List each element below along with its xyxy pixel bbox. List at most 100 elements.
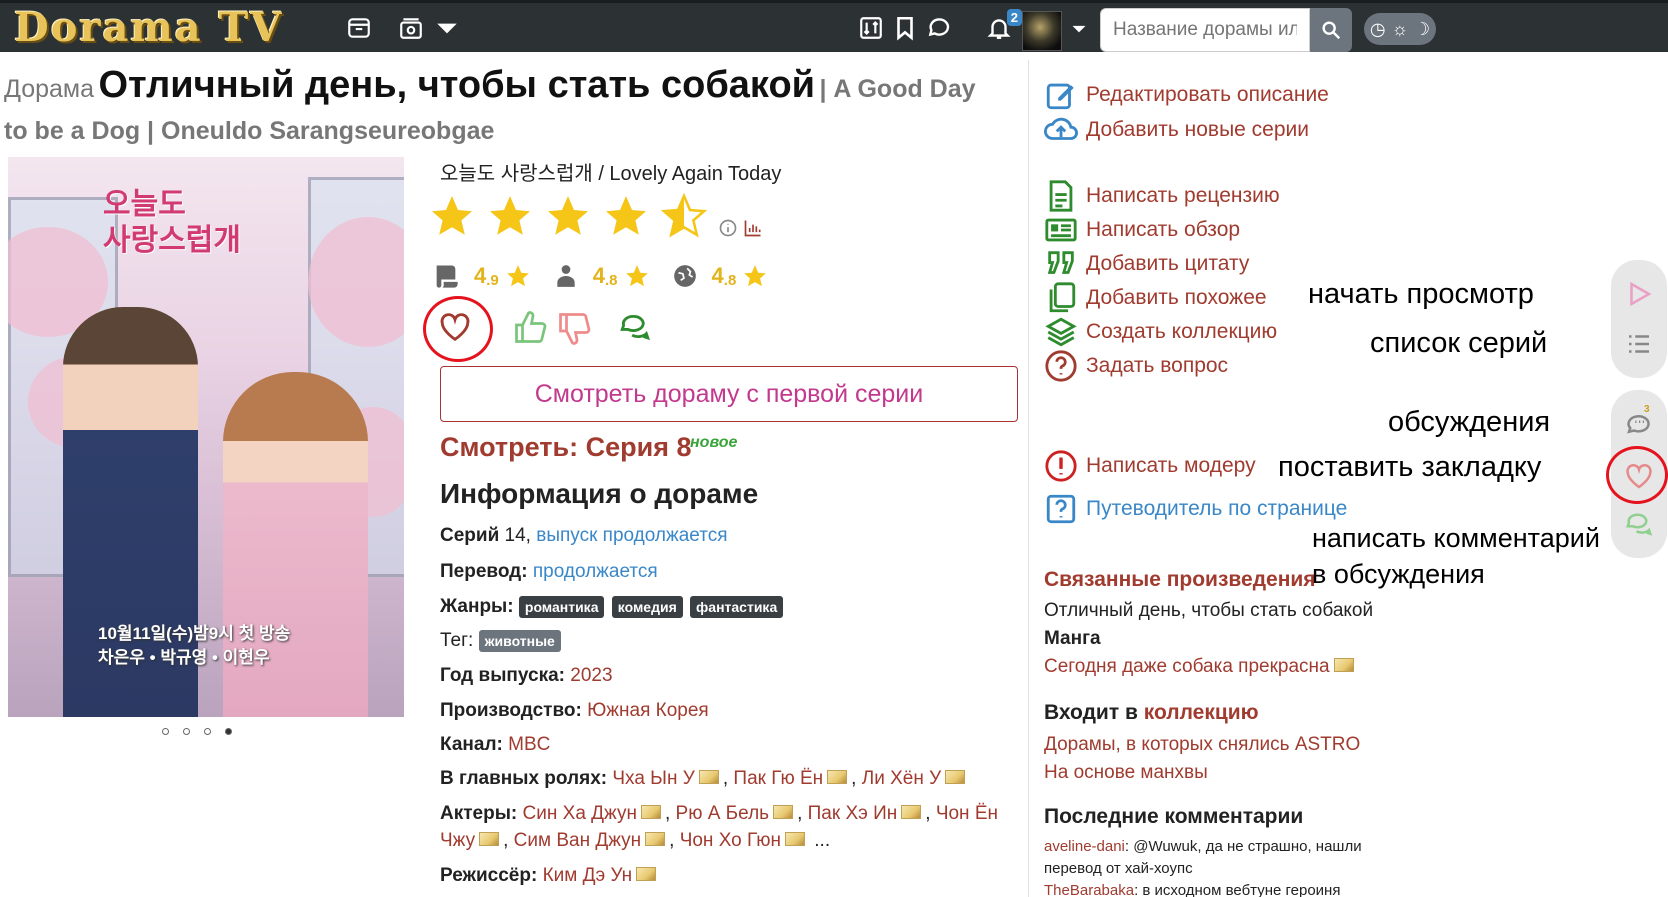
write-overview-link[interactable]: Написать обзор — [1044, 213, 1240, 247]
year-link[interactable]: 2023 — [570, 665, 612, 686]
carousel-dot[interactable] — [183, 728, 190, 735]
rating-stars[interactable] — [428, 192, 708, 240]
star-full-icon[interactable] — [486, 192, 534, 240]
actor-link[interactable]: Пак Хэ Ин — [808, 803, 898, 824]
actor-link[interactable]: Чон Хо Гюн — [680, 830, 781, 851]
country-link[interactable]: Южная Корея — [587, 700, 709, 721]
search-button[interactable] — [1310, 8, 1352, 52]
rating-world[interactable]: 4.8 — [672, 263, 769, 289]
info-label: Жанры: — [440, 596, 514, 617]
link-label: Написать обзор — [1086, 218, 1241, 241]
moon-icon[interactable]: ☽ — [1414, 20, 1430, 38]
actor-link[interactable]: Пак Гю Ён — [733, 768, 823, 789]
carousel-dot[interactable] — [204, 728, 211, 735]
rating-stats-icon[interactable] — [742, 218, 764, 238]
site-logo[interactable]: Dorama TV — [14, 4, 283, 52]
user-menu-chevron-icon[interactable] — [1064, 13, 1094, 43]
photo-icon — [479, 832, 500, 847]
page-guide-link[interactable]: Путеводитель по странице — [1044, 492, 1347, 526]
write-review-link[interactable]: Написать рецензию — [1044, 179, 1280, 213]
chat-icon[interactable] — [924, 13, 954, 43]
collection-link[interactable]: коллекцию — [1144, 701, 1259, 724]
user-avatar[interactable] — [1022, 11, 1062, 51]
add-episodes-link[interactable]: Добавить новые серии — [1044, 113, 1309, 147]
search-input[interactable] — [1101, 9, 1309, 51]
add-similar-link[interactable]: Добавить похожее — [1044, 281, 1267, 315]
comments-icon[interactable] — [616, 311, 654, 345]
document-icon — [1049, 180, 1073, 212]
bookmark-icon[interactable] — [890, 13, 920, 43]
ask-question-link[interactable]: Задать вопрос — [1044, 349, 1228, 383]
sort-toggle-icon[interactable] — [856, 13, 886, 43]
genre-badge[interactable]: фантастика — [690, 596, 784, 618]
info-label: Тег: — [440, 630, 474, 651]
poster-image[interactable]: 오늘도 사랑스럽개 10월11일(수)밤9시 첫 방송 차은우 • 박규영 • … — [8, 157, 404, 717]
actor-link[interactable]: Син Ха Джун — [523, 803, 637, 824]
star-half-icon[interactable] — [660, 192, 708, 240]
info-production: Производство: Южная Корея — [440, 697, 709, 725]
media-catalog-icon[interactable] — [396, 13, 426, 43]
channel-link[interactable]: MBC — [508, 734, 550, 755]
comment-user-link[interactable]: aveline-dani — [1044, 838, 1125, 855]
rating-critics[interactable]: 4.9 — [432, 262, 531, 290]
actor-link[interactable]: Чха Ын У — [612, 768, 694, 789]
related-item[interactable]: Отличный день, чтобы стать собакой — [1044, 600, 1373, 622]
search-field[interactable] — [1100, 8, 1310, 52]
create-collection-link[interactable]: Создать коллекцию — [1044, 315, 1277, 349]
add-quote-link[interactable]: Добавить цитату — [1044, 247, 1249, 281]
genre-badge[interactable]: романтика — [518, 596, 605, 618]
discussion-button[interactable]: 3 — [1624, 404, 1654, 443]
watch-from-start-button[interactable]: Смотреть дораму с первой серии — [440, 366, 1018, 422]
edit-description-link[interactable]: Редактировать описание — [1044, 78, 1329, 112]
clock-icon[interactable]: ◷ — [1370, 20, 1386, 38]
link-label: Задать вопрос — [1086, 354, 1229, 377]
collection-item[interactable]: Дорамы, в которых снялись ASTRO — [1044, 734, 1360, 756]
notification-count-badge: 2 — [1006, 9, 1022, 26]
photo-icon — [784, 832, 805, 847]
carousel-dot[interactable] — [162, 728, 169, 735]
info-episodes: Серий 14, выпуск продолжается — [440, 522, 727, 550]
info-label: Актеры: — [440, 803, 518, 824]
thumbs-up-icon[interactable] — [512, 310, 548, 346]
actor-link[interactable]: Чон Ён — [936, 803, 998, 824]
genre-badge[interactable]: комедия — [611, 596, 683, 618]
rating-users[interactable]: 4.8 — [553, 263, 650, 289]
sun-icon[interactable]: ☼ — [1392, 20, 1409, 38]
globe-icon — [673, 265, 696, 287]
navbar: Dorama TV 2 ◷ ☼ ☽ — [0, 0, 1668, 52]
star-full-icon[interactable] — [428, 192, 476, 240]
play-icon[interactable] — [1624, 279, 1654, 309]
info-icon[interactable] — [718, 218, 738, 238]
actor-link[interactable]: Чжу — [440, 830, 475, 851]
carousel-dot-active[interactable] — [225, 728, 232, 735]
info-label: В главных ролях: — [440, 768, 608, 789]
manga-link[interactable]: Сегодня даже собака прекрасна — [1044, 656, 1358, 678]
comment-write-icon[interactable] — [1624, 510, 1654, 540]
annotation-bookmark: поставить закладку — [1278, 451, 1542, 483]
thumbs-down-icon[interactable] — [556, 310, 592, 346]
star-full-icon[interactable] — [544, 192, 592, 240]
layers-icon — [1045, 317, 1077, 347]
director-link[interactable]: Ким Дэ Ун — [543, 865, 633, 886]
comment-user-link[interactable]: TheBarabaka — [1044, 882, 1134, 897]
watch-episode-link[interactable]: Смотреть: Серия 8 — [440, 432, 692, 463]
tag-badge[interactable]: животные — [478, 630, 561, 652]
list-icon[interactable] — [1624, 329, 1654, 359]
annotation-circle — [423, 296, 493, 362]
info-label: Год выпуска: — [440, 665, 565, 686]
actor-link[interactable]: Рю А Бель — [676, 803, 770, 824]
write-moderator-link[interactable]: Написать модеру — [1044, 449, 1256, 483]
chevron-down-icon[interactable] — [432, 13, 462, 43]
more-actors-link[interactable]: ... — [814, 830, 830, 851]
translation-status-link[interactable]: продолжается — [533, 561, 658, 582]
episodes-status-link[interactable]: выпуск продолжается — [536, 525, 727, 546]
actor-link[interactable]: Ли Хён У — [862, 768, 941, 789]
rating-value: 4 — [711, 263, 724, 288]
collection-item[interactable]: На основе манхвы — [1044, 762, 1208, 784]
archive-box-icon[interactable] — [344, 13, 374, 43]
actor-link[interactable]: Сим Ван Джун — [514, 830, 641, 851]
star-full-icon[interactable] — [602, 192, 650, 240]
notification-bell-icon[interactable]: 2 — [984, 9, 1022, 43]
search-icon — [1322, 21, 1341, 40]
theme-switcher[interactable]: ◷ ☼ ☽ — [1364, 13, 1436, 45]
